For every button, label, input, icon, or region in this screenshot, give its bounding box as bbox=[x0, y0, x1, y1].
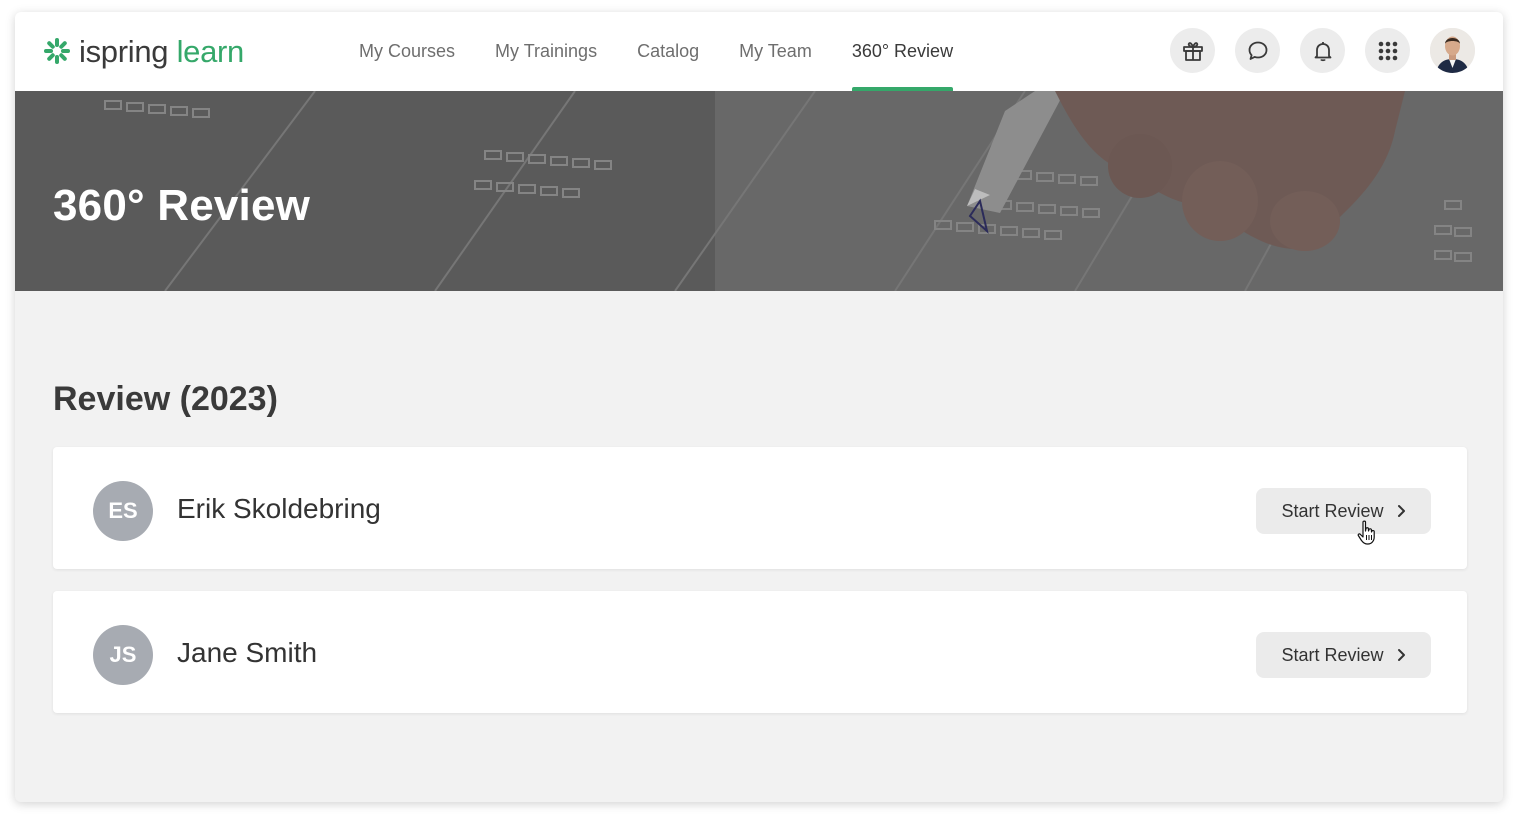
ispring-learn-logo[interactable]: ispring learn bbox=[43, 32, 244, 70]
nav-my-courses[interactable]: My Courses bbox=[339, 12, 475, 91]
avatar: JS bbox=[93, 625, 153, 685]
apps-grid-icon bbox=[1378, 41, 1397, 60]
gift-button[interactable] bbox=[1170, 28, 1215, 73]
user-avatar-image bbox=[1430, 28, 1475, 73]
start-review-label: Start Review bbox=[1281, 644, 1384, 665]
user-avatar[interactable] bbox=[1430, 28, 1475, 73]
nav-my-trainings[interactable]: My Trainings bbox=[475, 12, 617, 91]
chevron-right-icon bbox=[1397, 505, 1405, 517]
top-navigation-bar: ispring learn My Courses My Trainings Ca… bbox=[15, 12, 1503, 91]
main-nav: My Courses My Trainings Catalog My Team … bbox=[339, 12, 973, 91]
apps-button[interactable] bbox=[1365, 28, 1410, 73]
app-window: ispring learn My Courses My Trainings Ca… bbox=[15, 12, 1503, 802]
section-title: Review (2023) bbox=[53, 380, 278, 418]
reviewee-name: Erik Skoldebring bbox=[177, 493, 381, 524]
start-review-label: Start Review bbox=[1281, 500, 1384, 521]
logo-burst-icon bbox=[44, 38, 70, 64]
start-review-button[interactable]: Start Review bbox=[1256, 488, 1431, 534]
notifications-button[interactable] bbox=[1300, 28, 1345, 73]
logo-wordmark: ispring learn bbox=[79, 36, 244, 67]
toolbar-icons bbox=[1170, 28, 1475, 73]
page-banner: 360° Review bbox=[15, 91, 1503, 291]
review-card: ES Erik Skoldebring Start Review bbox=[53, 447, 1467, 569]
reviewee-name: Jane Smith bbox=[177, 637, 318, 668]
chat-icon bbox=[1248, 41, 1267, 60]
logo-word-learn: learn bbox=[176, 33, 245, 69]
chevron-right-icon bbox=[1397, 649, 1405, 661]
page-title: 360° Review bbox=[53, 181, 311, 230]
review-card: JS Jane Smith Start Review bbox=[53, 591, 1467, 713]
nav-my-team[interactable]: My Team bbox=[719, 12, 832, 91]
start-review-button[interactable]: Start Review bbox=[1256, 632, 1431, 678]
gift-icon bbox=[1182, 41, 1203, 61]
avatar: ES bbox=[93, 481, 153, 541]
hand-cursor-icon bbox=[1357, 520, 1375, 545]
bell-icon bbox=[1314, 41, 1331, 61]
chat-button[interactable] bbox=[1235, 28, 1280, 73]
logo-word-ispring: ispring bbox=[79, 33, 169, 69]
nav-360-review[interactable]: 360° Review bbox=[832, 12, 973, 91]
nav-catalog[interactable]: Catalog bbox=[617, 12, 719, 91]
